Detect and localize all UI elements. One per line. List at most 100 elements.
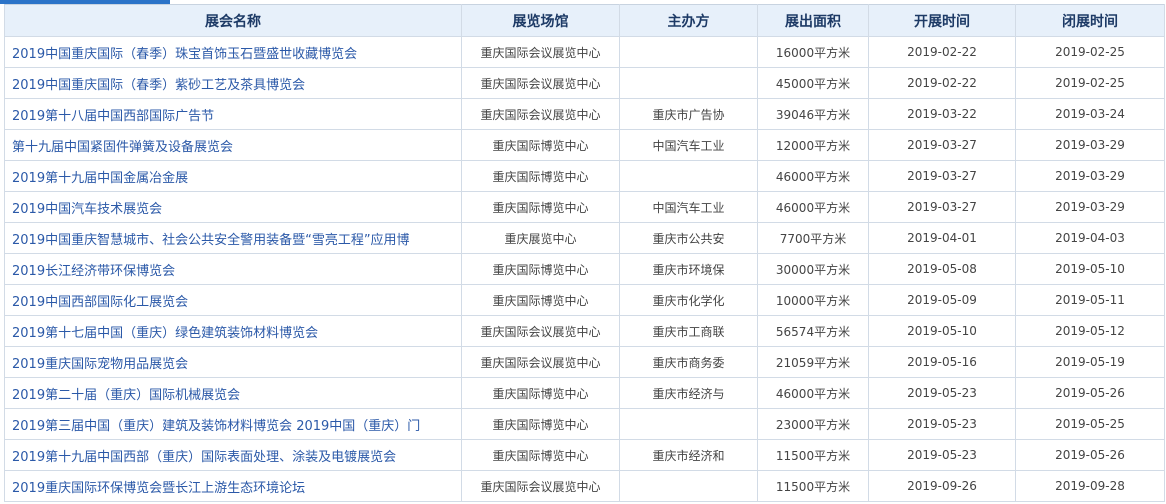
table-row: 2019中国西部国际化工展览会 重庆国际博览中心 重庆市化学化 10000平方米 201… <box>4 284 1165 316</box>
area-cell: 23000平方米 <box>757 408 869 440</box>
table-row: 2019第十八届中国西部国际广告节 重庆国际会议展览中心 重庆市广告协 39046平方… <box>4 98 1165 130</box>
exhibition-name-link[interactable]: 2019第十八届中国西部国际广告节 <box>4 98 462 130</box>
column-header-area[interactable]: 展出面积 <box>757 4 869 37</box>
organizer-cell: 重庆市广告协 <box>619 98 758 130</box>
table-row: 2019中国重庆智慧城市、社会公共安全警用装备暨“雪亮工程”应用博 重庆展览中心重… <box>4 222 1165 254</box>
end-date-cell: 2019-02-25 <box>1015 36 1165 68</box>
organizer-cell <box>619 160 758 192</box>
area-cell: 21059平方米 <box>757 346 869 378</box>
end-date-cell: 2019-05-12 <box>1015 315 1165 347</box>
table-row: 2019第十七届中国（重庆）绿色建筑装饰材料博览会 重庆国际会议展览中心 重庆市工商… <box>4 315 1165 347</box>
end-date-cell: 2019-05-26 <box>1015 439 1165 471</box>
exhibition-name-link[interactable]: 2019第二十届（重庆）国际机械展览会 <box>4 377 462 409</box>
exhibition-name-link[interactable]: 2019中国重庆国际（春季）紫砂工艺及茶具博览会 <box>4 67 462 99</box>
table-row: 2019中国重庆国际（春季）珠宝首饰玉石暨盛世收藏博览会 重庆国际会议展览中心 16… <box>4 36 1165 68</box>
venue-cell: 重庆国际博览中心 <box>461 253 620 285</box>
area-cell: 11500平方米 <box>757 439 869 471</box>
exhibition-name-link[interactable]: 2019重庆国际宠物用品展览会 <box>4 346 462 378</box>
start-date-cell: 2019-03-27 <box>868 191 1016 223</box>
area-cell: 46000平方米 <box>757 377 869 409</box>
column-header-name[interactable]: 展会名称 <box>4 4 462 37</box>
column-header-venue[interactable]: 展览场馆 <box>461 4 620 37</box>
exhibition-name-link[interactable]: 2019中国重庆智慧城市、社会公共安全警用装备暨“雪亮工程”应用博 <box>4 222 462 254</box>
end-date-cell: 2019-05-10 <box>1015 253 1165 285</box>
area-cell: 7700平方米 <box>757 222 869 254</box>
end-date-cell: 2019-02-25 <box>1015 67 1165 99</box>
organizer-cell: 重庆市商务委 <box>619 346 758 378</box>
column-header-organizer[interactable]: 主办方 <box>619 4 758 37</box>
end-date-cell: 2019-03-29 <box>1015 191 1165 223</box>
area-cell: 45000平方米 <box>757 67 869 99</box>
area-cell: 11500平方米 <box>757 470 869 502</box>
venue-cell: 重庆国际博览中心 <box>461 160 620 192</box>
end-date-cell: 2019-05-19 <box>1015 346 1165 378</box>
venue-cell: 重庆国际会议展览中心 <box>461 315 620 347</box>
venue-cell: 重庆国际博览中心 <box>461 284 620 316</box>
organizer-cell: 重庆市化学化 <box>619 284 758 316</box>
area-cell: 39046平方米 <box>757 98 869 130</box>
area-cell: 12000平方米 <box>757 129 869 161</box>
end-date-cell: 2019-05-11 <box>1015 284 1165 316</box>
exhibition-name-link[interactable]: 2019重庆国际环保博览会暨长江上游生态环境论坛 <box>4 470 462 502</box>
exhibition-name-link[interactable]: 第十九届中国紧固件弹簧及设备展览会 <box>4 129 462 161</box>
table-row: 2019重庆国际宠物用品展览会 重庆国际会议展览中心 重庆市商务委 21059平方米 2… <box>4 346 1165 378</box>
exhibition-name-link[interactable]: 2019中国西部国际化工展览会 <box>4 284 462 316</box>
start-date-cell: 2019-03-27 <box>868 129 1016 161</box>
venue-cell: 重庆国际会议展览中心 <box>461 67 620 99</box>
exhibition-table: 展会名称 展览场馆 主办方 展出面积 开展时间 闭展时间 2019中国重庆国际（… <box>4 4 1165 502</box>
organizer-cell: 重庆市经济与 <box>619 377 758 409</box>
exhibition-name-link[interactable]: 2019中国汽车技术展览会 <box>4 191 462 223</box>
organizer-cell: 重庆市环境保 <box>619 253 758 285</box>
end-date-cell: 2019-04-03 <box>1015 222 1165 254</box>
exhibition-name-link[interactable]: 2019长江经济带环保博览会 <box>4 253 462 285</box>
table-row: 2019重庆国际环保博览会暨长江上游生态环境论坛 重庆国际会议展览中心 11500平… <box>4 470 1165 502</box>
exhibition-name-link[interactable]: 2019第十七届中国（重庆）绿色建筑装饰材料博览会 <box>4 315 462 347</box>
exhibition-name-link[interactable]: 2019第十九届中国西部（重庆）国际表面处理、涂装及电镀展览会 <box>4 439 462 471</box>
exhibition-name-link[interactable]: 2019第十九届中国金属冶金展 <box>4 160 462 192</box>
venue-cell: 重庆国际博览中心 <box>461 191 620 223</box>
table-header-row: 展会名称 展览场馆 主办方 展出面积 开展时间 闭展时间 <box>4 4 1165 37</box>
table-row: 2019第三届中国（重庆）建筑及装饰材料博览会 2019中国（重庆）门 重庆国际博… <box>4 408 1165 440</box>
table-body: 2019中国重庆国际（春季）珠宝首饰玉石暨盛世收藏博览会 重庆国际会议展览中心 16… <box>4 36 1165 502</box>
table-row: 第十九届中国紧固件弹簧及设备展览会 重庆国际博览中心 中国汽车工业 12000平方米 2… <box>4 129 1165 161</box>
end-date-cell: 2019-03-24 <box>1015 98 1165 130</box>
organizer-cell: 重庆市经济和 <box>619 439 758 471</box>
start-date-cell: 2019-02-22 <box>868 36 1016 68</box>
venue-cell: 重庆国际会议展览中心 <box>461 346 620 378</box>
venue-cell: 重庆国际会议展览中心 <box>461 98 620 130</box>
organizer-cell: 重庆市公共安 <box>619 222 758 254</box>
start-date-cell: 2019-03-27 <box>868 160 1016 192</box>
venue-cell: 重庆展览中心 <box>461 222 620 254</box>
end-date-cell: 2019-05-26 <box>1015 377 1165 409</box>
venue-cell: 重庆国际博览中心 <box>461 408 620 440</box>
table-row: 2019长江经济带环保博览会 重庆国际博览中心 重庆市环境保 30000平方米 2019… <box>4 253 1165 285</box>
area-cell: 30000平方米 <box>757 253 869 285</box>
area-cell: 10000平方米 <box>757 284 869 316</box>
exhibition-name-link[interactable]: 2019中国重庆国际（春季）珠宝首饰玉石暨盛世收藏博览会 <box>4 36 462 68</box>
start-date-cell: 2019-05-23 <box>868 408 1016 440</box>
venue-cell: 重庆国际博览中心 <box>461 377 620 409</box>
area-cell: 56574平方米 <box>757 315 869 347</box>
start-date-cell: 2019-02-22 <box>868 67 1016 99</box>
end-date-cell: 2019-03-29 <box>1015 129 1165 161</box>
table-row: 2019中国重庆国际（春季）紫砂工艺及茶具博览会 重庆国际会议展览中心 45000平… <box>4 67 1165 99</box>
venue-cell: 重庆国际会议展览中心 <box>461 470 620 502</box>
area-cell: 46000平方米 <box>757 160 869 192</box>
start-date-cell: 2019-05-10 <box>868 315 1016 347</box>
start-date-cell: 2019-05-08 <box>868 253 1016 285</box>
column-header-end-date[interactable]: 闭展时间 <box>1015 4 1165 37</box>
venue-cell: 重庆国际博览中心 <box>461 439 620 471</box>
start-date-cell: 2019-05-16 <box>868 346 1016 378</box>
exhibition-name-link[interactable]: 2019第三届中国（重庆）建筑及装饰材料博览会 2019中国（重庆）门 <box>4 408 462 440</box>
organizer-cell <box>619 470 758 502</box>
organizer-cell <box>619 36 758 68</box>
organizer-cell: 中国汽车工业 <box>619 191 758 223</box>
start-date-cell: 2019-05-23 <box>868 439 1016 471</box>
start-date-cell: 2019-05-09 <box>868 284 1016 316</box>
organizer-cell: 重庆市工商联 <box>619 315 758 347</box>
organizer-cell <box>619 67 758 99</box>
start-date-cell: 2019-04-01 <box>868 222 1016 254</box>
start-date-cell: 2019-09-26 <box>868 470 1016 502</box>
organizer-cell: 中国汽车工业 <box>619 129 758 161</box>
column-header-start-date[interactable]: 开展时间 <box>868 4 1016 37</box>
